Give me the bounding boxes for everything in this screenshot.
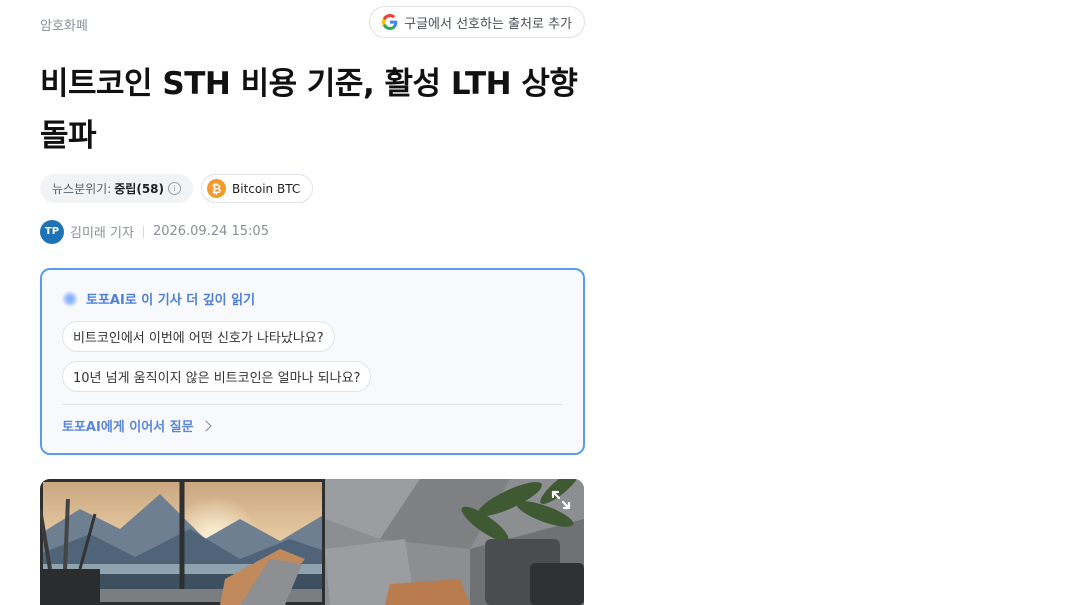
byline: TP 김미래 기자 2026.09.24 15:05 bbox=[40, 219, 269, 244]
article-topbar: 암호화폐 구글에서 선호하는 출처로 추가 bbox=[40, 6, 585, 40]
author-avatar: TP bbox=[40, 219, 64, 244]
news-sentiment-chip[interactable]: 뉴스분위기: 중립(58) i bbox=[40, 174, 193, 203]
bitcoin-icon: ₿ bbox=[207, 179, 226, 198]
article-tags: 뉴스분위기: 중립(58) i ₿ Bitcoin BTC bbox=[40, 174, 314, 204]
article-hero-image[interactable] bbox=[40, 479, 584, 605]
ai-followup-link[interactable]: 토포AI에게 이어서 질문 bbox=[62, 416, 212, 435]
byline-divider bbox=[142, 225, 144, 238]
coin-tag-chip[interactable]: ₿ Bitcoin BTC bbox=[201, 174, 314, 203]
info-icon[interactable]: i bbox=[168, 182, 181, 195]
author-name[interactable]: 김미래 기자 bbox=[70, 222, 134, 241]
coin-tag-label: Bitcoin BTC bbox=[232, 181, 301, 196]
ai-suggested-question[interactable]: 비트코인에서 이번에 어떤 신호가 나타났나요? bbox=[62, 321, 335, 352]
ai-panel-heading-text: 토포AI로 이 기사 더 깊이 읽기 bbox=[86, 293, 256, 308]
ai-suggested-question[interactable]: 10년 넘게 움직이지 않은 비트코인은 얼마나 되나요? bbox=[62, 361, 372, 392]
article-title: 비트코인 STH 비용 기준, 활성 LTH 상향 돌파 bbox=[40, 66, 578, 154]
hero-illustration bbox=[40, 479, 584, 605]
sentiment-value: 중립(58) bbox=[114, 182, 164, 196]
expand-icon[interactable] bbox=[550, 489, 572, 511]
ai-sparkle-icon bbox=[62, 290, 78, 307]
ai-panel-divider bbox=[62, 404, 563, 405]
chevron-right-icon bbox=[199, 419, 212, 432]
ai-deep-read-panel: 토포AI로 이 기사 더 깊이 읽기 비트코인에서 이번에 어떤 신호가 나타났… bbox=[40, 268, 585, 455]
add-preferred-source-button[interactable]: 구글에서 선호하는 출처로 추가 bbox=[369, 6, 585, 38]
add-preferred-source-label: 구글에서 선호하는 출처로 추가 bbox=[404, 16, 572, 32]
published-date: 2026.09.24 15:05 bbox=[152, 224, 269, 239]
category-label[interactable]: 암호화폐 bbox=[40, 15, 88, 34]
ai-followup-label: 토포AI에게 이어서 질문 bbox=[62, 420, 194, 435]
google-g-icon bbox=[382, 14, 398, 30]
sentiment-label: 뉴스분위기: bbox=[52, 182, 112, 196]
ai-panel-heading: 토포AI로 이 기사 더 깊이 읽기 bbox=[62, 289, 255, 308]
